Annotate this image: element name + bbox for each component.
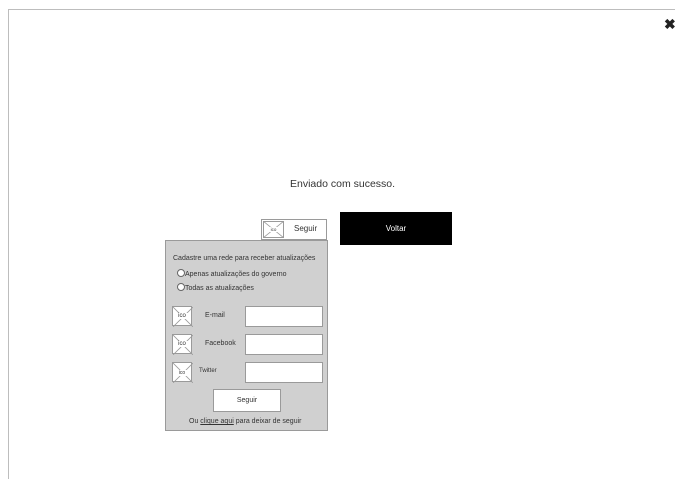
panel-title: Cadastre uma rede para receber atualizaç… bbox=[173, 255, 316, 262]
network-row-email: ico E-mail bbox=[172, 306, 324, 328]
close-icon[interactable]: ✖ bbox=[664, 17, 675, 31]
back-button[interactable]: Voltar bbox=[340, 212, 452, 245]
radio-label: Todas as atualizações bbox=[185, 285, 254, 292]
success-message: Enviado com sucesso. bbox=[290, 178, 396, 190]
email-field[interactable] bbox=[245, 306, 323, 327]
radio-government-updates[interactable]: Apenas atualizações do governo bbox=[177, 269, 287, 278]
placeholder-image-icon: ico bbox=[263, 221, 284, 238]
ico-label: ico bbox=[176, 370, 188, 376]
ico-label: ico bbox=[173, 341, 191, 347]
unfollow-prefix: Ou bbox=[189, 418, 199, 425]
twitter-icon: ico bbox=[172, 362, 193, 383]
radio-all-updates[interactable]: Todas as atualizações bbox=[177, 283, 254, 292]
network-label: Twitter bbox=[199, 368, 217, 374]
network-label: Facebook bbox=[205, 340, 236, 347]
unfollow-suffix: para deixar de seguir bbox=[235, 418, 302, 425]
unfollow-text: Ou clique aqui para deixar de seguir bbox=[189, 418, 301, 425]
follow-toggle-label: Seguir bbox=[294, 224, 318, 233]
ico-label: ico bbox=[173, 313, 191, 319]
email-icon: ico bbox=[172, 306, 193, 327]
unfollow-link[interactable]: clique aqui bbox=[200, 418, 233, 425]
follow-button[interactable]: Seguir bbox=[213, 389, 281, 412]
network-row-twitter: ico Twitter bbox=[172, 362, 324, 384]
network-label: E-mail bbox=[205, 312, 225, 319]
ico-label: ico bbox=[269, 227, 278, 232]
network-row-facebook: ico Facebook bbox=[172, 334, 324, 356]
facebook-icon: ico bbox=[172, 334, 193, 355]
radio-circle[interactable] bbox=[177, 283, 185, 291]
radio-label: Apenas atualizações do governo bbox=[185, 271, 287, 278]
twitter-field[interactable] bbox=[245, 362, 323, 383]
follow-panel: Cadastre uma rede para receber atualizaç… bbox=[165, 240, 328, 431]
radio-circle[interactable] bbox=[177, 269, 185, 277]
follow-toggle-button[interactable]: ico Seguir bbox=[261, 219, 327, 240]
facebook-field[interactable] bbox=[245, 334, 323, 355]
